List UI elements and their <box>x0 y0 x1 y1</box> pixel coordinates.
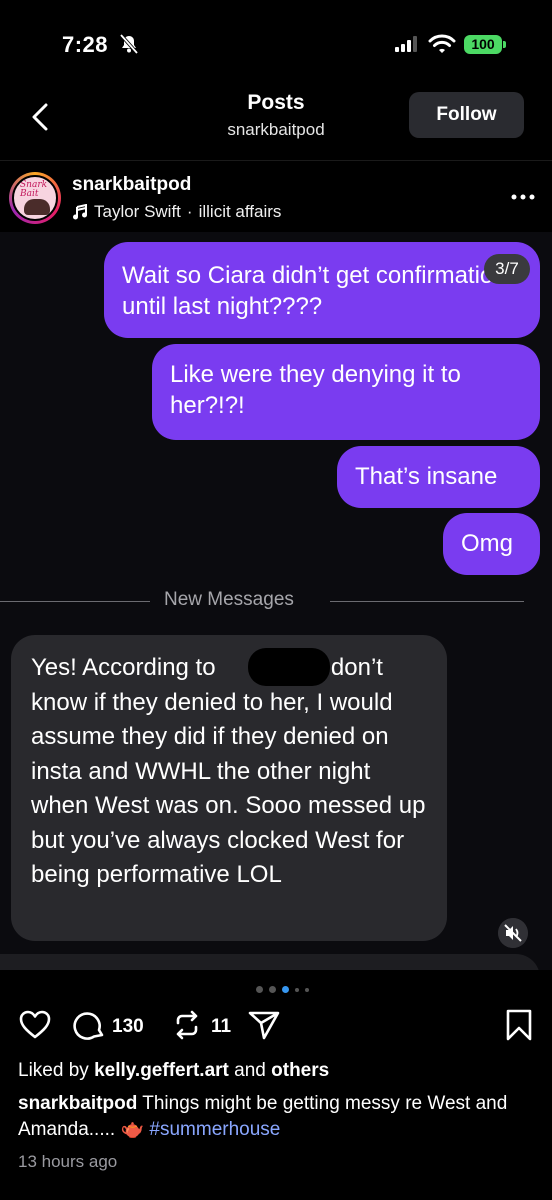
repost-icon[interactable] <box>170 1008 204 1042</box>
bookmark-icon[interactable] <box>504 1008 534 1042</box>
more-options-icon[interactable] <box>508 182 538 212</box>
battery-icon: 100 <box>464 35 502 54</box>
battery-cap <box>503 41 506 48</box>
redaction-mark <box>248 648 330 686</box>
next-message-edge <box>0 954 540 970</box>
music-artist: Taylor Swift <box>94 202 181 221</box>
share-icon[interactable] <box>247 1008 281 1042</box>
carousel-counter: 3/7 <box>484 254 530 284</box>
follow-button[interactable]: Follow <box>409 92 524 138</box>
incoming-text-after: I don’t know if they denied to her, I wo… <box>31 654 426 888</box>
post-header: Snark Bait snarkbaitpod Taylor Swift · i… <box>0 166 552 230</box>
repost-count: 11 <box>211 1016 232 1037</box>
likes-connector: and <box>234 1060 266 1081</box>
mute-icon[interactable] <box>498 918 528 948</box>
outgoing-message: Omg <box>443 513 540 575</box>
likes-others[interactable]: others <box>271 1060 329 1081</box>
carousel-dot <box>295 987 299 992</box>
action-bar: 130 11 <box>0 1008 552 1048</box>
liked-by-user[interactable]: kelly.geffert.art <box>94 1060 229 1081</box>
comment-icon[interactable] <box>73 1008 107 1042</box>
nav-header: Posts snarkbaitpod Follow <box>0 82 552 160</box>
music-separator: · <box>186 202 193 221</box>
bell-slash-icon <box>119 34 139 54</box>
avatar[interactable]: Snark Bait <box>9 172 61 224</box>
carousel-dot <box>269 986 276 993</box>
caption-username[interactable]: snarkbaitpod <box>18 1093 137 1114</box>
music-track: illicit affairs <box>198 202 282 221</box>
new-messages-divider: New Messages <box>0 589 552 615</box>
new-messages-label: New Messages <box>164 589 294 610</box>
avatar-figures <box>24 199 50 215</box>
status-bar: 7:28 100 <box>0 0 552 82</box>
incoming-text-before: Yes! According to <box>31 654 216 681</box>
carousel-dots <box>256 986 309 993</box>
music-attribution[interactable]: Taylor Swift · illicit affairs <box>72 202 281 222</box>
caption: snarkbaitpod Things might be getting mes… <box>18 1091 538 1143</box>
carousel-dot <box>256 986 263 993</box>
outgoing-message: That’s insane <box>337 446 540 508</box>
avatar-logo-text: Snark Bait <box>20 180 48 199</box>
teapot-emoji: 🫖 <box>120 1119 145 1140</box>
outgoing-message: Like were they denying it to her?!?! <box>152 344 540 440</box>
carousel-dot <box>305 987 309 992</box>
outgoing-message: Wait so Ciara didn’t get confirmation un… <box>104 242 540 338</box>
carousel-dot-active <box>282 986 289 993</box>
post-image[interactable]: Wait so Ciara didn’t get confirmation un… <box>0 232 552 970</box>
heart-icon[interactable] <box>18 1008 52 1042</box>
incoming-message: Yes! According to I don’t know if they de… <box>11 635 447 941</box>
music-note-icon <box>73 204 87 220</box>
post-timestamp: 13 hours ago <box>18 1152 118 1171</box>
caption-hashtag[interactable]: #summerhouse <box>149 1119 280 1140</box>
divider-line <box>330 601 524 602</box>
avatar-image: Snark Bait <box>12 175 58 221</box>
signal-icon <box>395 36 417 52</box>
status-time: 7:28 <box>62 32 109 57</box>
wifi-icon <box>428 34 456 53</box>
post-username[interactable]: snarkbaitpod <box>72 174 191 196</box>
likes-prefix: Liked by <box>18 1060 89 1081</box>
divider-line <box>0 601 150 602</box>
comment-count: 130 <box>112 1016 144 1037</box>
header-divider <box>0 160 552 161</box>
likes-line[interactable]: Liked by kelly.geffert.art and others <box>18 1060 329 1082</box>
